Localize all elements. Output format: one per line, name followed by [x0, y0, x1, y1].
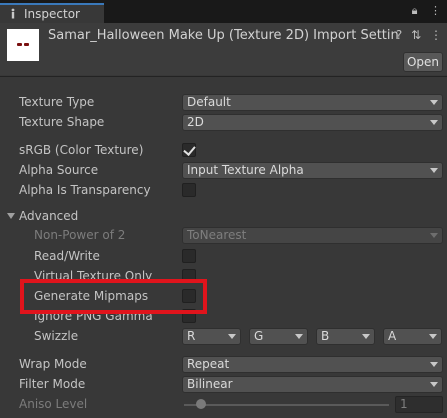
texture-shape-label: Texture Shape	[19, 115, 105, 129]
aniso-level-field: 1	[395, 396, 443, 413]
help-icon[interactable]: ?	[396, 28, 402, 42]
aniso-level-label: Aniso Level	[19, 397, 88, 411]
alpha-source-dropdown[interactable]: Input Texture Alpha	[182, 162, 443, 179]
open-button[interactable]: Open	[403, 52, 443, 72]
dropdown-arrow-icon	[430, 168, 438, 173]
swizzle-a-dropdown[interactable]: A	[383, 328, 442, 345]
filter-mode-label: Filter Mode	[19, 377, 86, 391]
foldout-arrow-icon[interactable]	[7, 213, 15, 219]
alpha-source-value: Input Texture Alpha	[187, 163, 304, 177]
swizzle-b-value: B	[321, 329, 330, 343]
tab-bar: Inspector 🔒︎ ⋮	[0, 0, 447, 23]
kebab-menu-icon[interactable]: ⋮	[430, 4, 441, 17]
filter-mode-value: Bilinear	[187, 377, 233, 391]
npot-row: Non-Power of 2 ToNearest	[0, 226, 447, 246]
swizzle-g-value: G	[254, 329, 264, 343]
npot-label: Non-Power of 2	[34, 228, 126, 242]
check-icon	[183, 143, 196, 156]
asset-title: Samar_Halloween Make Up (Texture 2D) Imp…	[48, 28, 398, 43]
swizzle-r-value: R	[187, 329, 196, 343]
swizzle-g-dropdown[interactable]: G	[249, 328, 308, 345]
filter-mode-dropdown[interactable]: Bilinear	[182, 376, 443, 393]
generate-mipmaps-highlight	[20, 279, 207, 314]
npot-dropdown: ToNearest	[182, 227, 443, 244]
tab-inspector[interactable]: Inspector	[0, 3, 104, 23]
alpha-transparency-label: Alpha Is Transparency	[19, 183, 151, 197]
dropdown-arrow-icon	[295, 334, 303, 339]
swizzle-label: Swizzle	[34, 329, 79, 343]
lock-icon[interactable]: 🔒︎	[412, 4, 418, 17]
dropdown-arrow-icon	[228, 334, 236, 339]
swizzle-row: Swizzle R G B A	[0, 327, 447, 347]
texture-shape-value: 2D	[187, 115, 204, 129]
advanced-label: Advanced	[19, 209, 79, 223]
dropdown-arrow-icon	[430, 362, 438, 367]
dropdown-arrow-icon	[430, 382, 438, 387]
dropdown-arrow-icon	[430, 120, 438, 125]
texture-thumbnail	[7, 29, 39, 61]
dropdown-arrow-icon	[430, 100, 438, 105]
aniso-slider-track	[184, 404, 389, 406]
wrap-mode-value: Repeat	[187, 357, 230, 371]
srgb-checkbox[interactable]	[182, 143, 196, 157]
wrap-mode-label: Wrap Mode	[19, 357, 87, 371]
srgb-row: sRGB (Color Texture)	[0, 141, 447, 161]
info-icon	[11, 8, 15, 19]
wrap-mode-dropdown[interactable]: Repeat	[182, 356, 443, 373]
swizzle-r-dropdown[interactable]: R	[182, 328, 241, 345]
dropdown-arrow-icon	[430, 233, 438, 238]
texture-type-row: Texture Type Default	[0, 93, 447, 113]
wrap-mode-row: Wrap Mode Repeat	[0, 355, 447, 375]
srgb-label: sRGB (Color Texture)	[19, 143, 144, 157]
advanced-foldout[interactable]: Advanced	[0, 207, 447, 227]
preset-settings-icon[interactable]: ⇅	[411, 28, 421, 42]
alpha-transparency-checkbox[interactable]	[182, 183, 196, 197]
read-write-checkbox[interactable]	[182, 249, 196, 263]
texture-type-label: Texture Type	[19, 95, 95, 109]
aniso-slider-knob	[196, 399, 206, 409]
texture-type-dropdown[interactable]: Default	[182, 94, 443, 111]
dropdown-arrow-icon	[362, 334, 370, 339]
alpha-source-row: Alpha Source Input Texture Alpha	[0, 161, 447, 181]
alpha-source-label: Alpha Source	[19, 163, 99, 177]
asset-header: Samar_Halloween Make Up (Texture 2D) Imp…	[0, 23, 447, 75]
swizzle-a-value: A	[388, 329, 397, 343]
npot-value: ToNearest	[187, 228, 247, 242]
texture-type-value: Default	[187, 95, 231, 109]
read-write-label: Read/Write	[34, 249, 100, 263]
kebab-menu-icon[interactable]: ⋮	[430, 28, 442, 42]
aniso-level-row: Aniso Level 1	[0, 395, 447, 415]
tab-title: Inspector	[24, 7, 80, 21]
read-write-row: Read/Write	[0, 247, 447, 267]
dropdown-arrow-icon	[429, 334, 437, 339]
texture-shape-row: Texture Shape 2D	[0, 113, 447, 133]
swizzle-b-dropdown[interactable]: B	[316, 328, 375, 345]
filter-mode-row: Filter Mode Bilinear	[0, 375, 447, 395]
alpha-transparency-row: Alpha Is Transparency	[0, 181, 447, 201]
texture-shape-dropdown[interactable]: 2D	[182, 114, 443, 131]
divider	[0, 76, 447, 77]
